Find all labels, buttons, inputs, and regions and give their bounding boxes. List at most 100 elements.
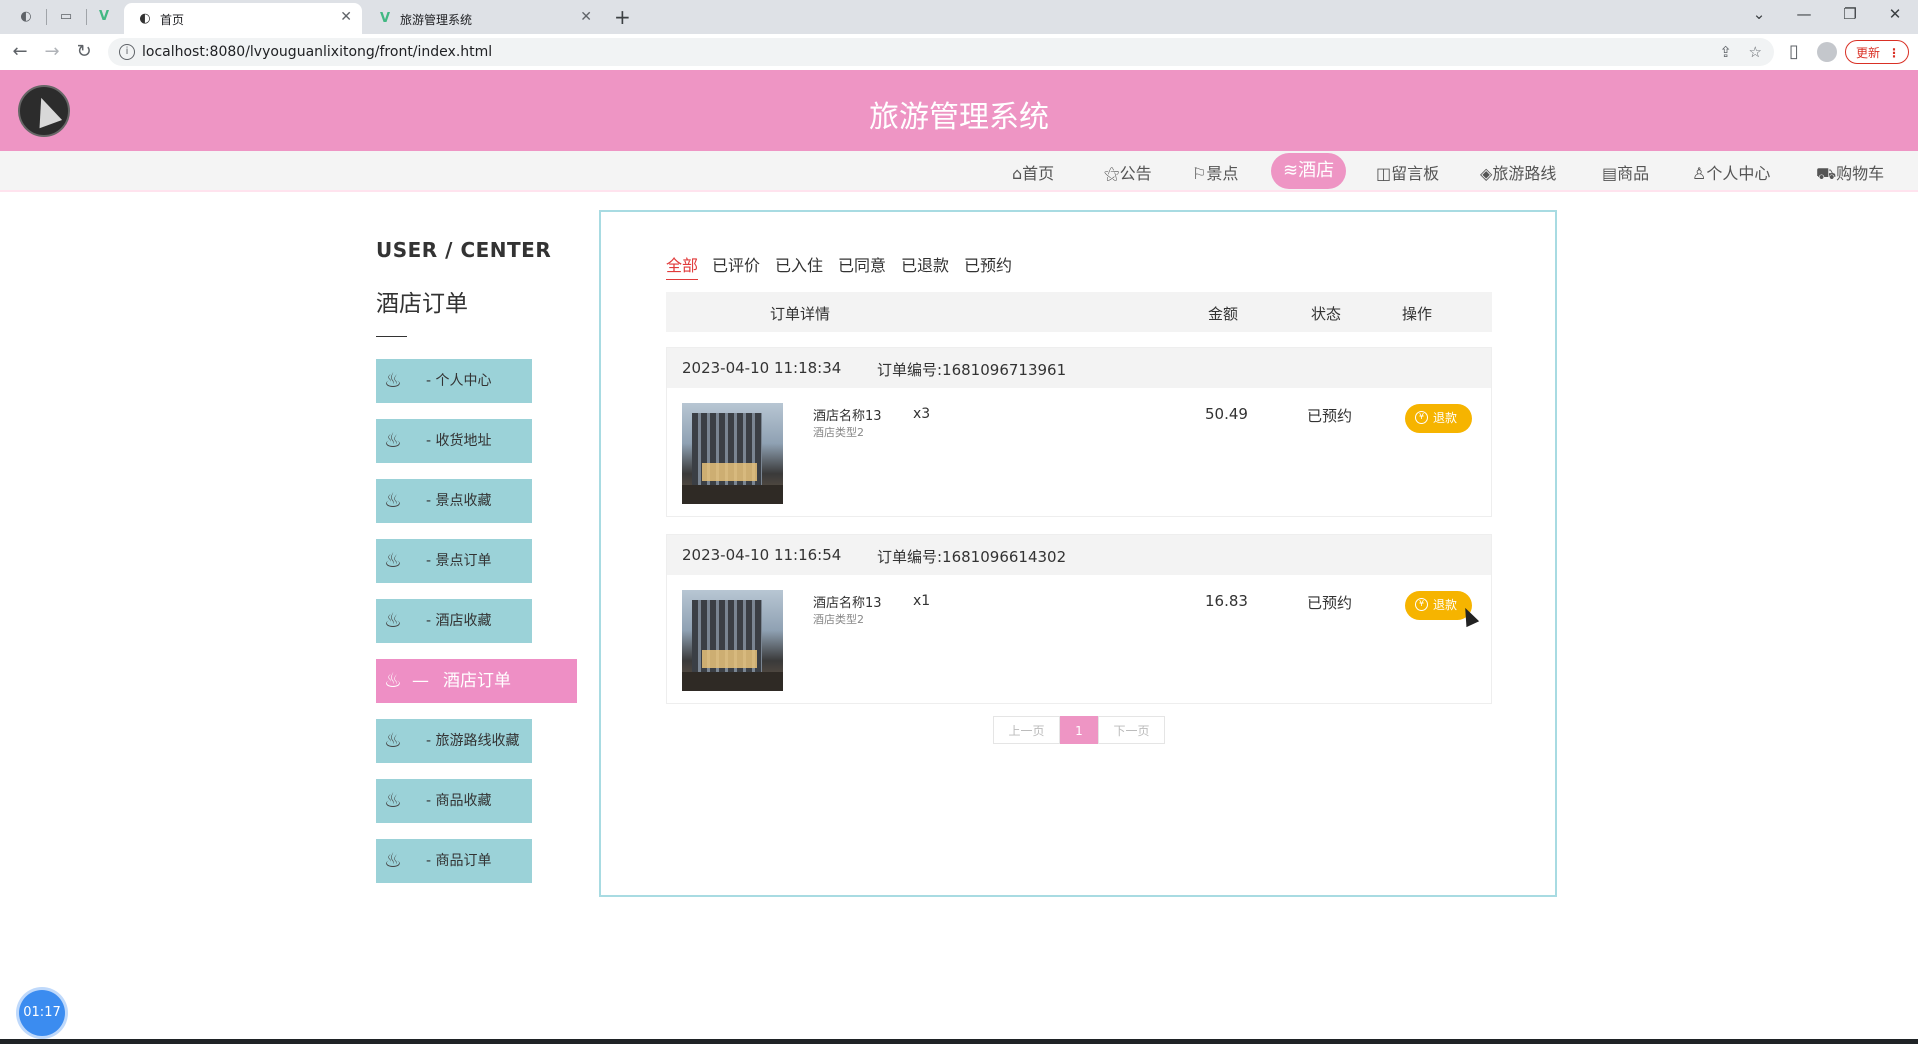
tab-title: 首页	[160, 13, 185, 27]
nav-announcement[interactable]: ⚝公告	[1104, 160, 1152, 184]
prev-page-button[interactable]: 上一页	[993, 716, 1060, 744]
nav-travel-route[interactable]: ◈旅游路线	[1480, 160, 1556, 184]
hotel-image[interactable]	[682, 403, 783, 504]
close-icon[interactable]: ✕	[580, 9, 592, 25]
sidebar-item-label: 景点收藏	[435, 493, 492, 509]
divider	[376, 336, 407, 337]
yen-coin-icon: ¥	[1415, 598, 1428, 611]
sidebar-item-scenic-orders[interactable]: ♨ - 景点订单	[376, 539, 532, 583]
back-icon[interactable]: ←	[8, 41, 32, 62]
vue-icon[interactable]: V	[96, 9, 112, 25]
tab-reserved[interactable]: 已预约	[964, 252, 1012, 276]
next-page-button[interactable]: 下一页	[1098, 716, 1165, 744]
nav-message-board[interactable]: ◫留言板	[1376, 160, 1439, 184]
sidebar-item-label: 景点订单	[435, 553, 492, 569]
vue-icon: V	[379, 11, 391, 26]
tab-search-icon[interactable]: ⌄	[1744, 5, 1774, 23]
blank-page-icon[interactable]: ▭	[58, 9, 74, 25]
nav-goods[interactable]: ▤商品	[1602, 160, 1649, 184]
flame-icon: ♨	[384, 728, 402, 752]
nav-personal-center[interactable]: ♙个人中心	[1692, 160, 1770, 184]
sidebar-item-hotel-favorites[interactable]: ♨ - 酒店收藏	[376, 599, 532, 643]
nav-label: 酒店	[1298, 160, 1335, 181]
nav-home[interactable]: ⌂首页	[1012, 160, 1054, 184]
hotel-name[interactable]: 酒店名称13	[813, 592, 882, 611]
reload-icon[interactable]: ↻	[72, 41, 96, 62]
flame-icon: ♨	[384, 608, 402, 632]
sidebar-item-label: 个人中心	[435, 373, 492, 389]
taskbar-strip	[0, 1039, 1918, 1044]
message-board-icon: ◫	[1376, 164, 1392, 183]
hotel-name[interactable]: 酒店名称13	[813, 405, 882, 424]
sidebar-item-scenic-favorites[interactable]: ♨ - 景点收藏	[376, 479, 532, 523]
orders-table-header: 订单详情 金额 状态 操作	[666, 292, 1492, 332]
hotel-type: 酒店类型2	[813, 613, 864, 626]
new-tab-button[interactable]: +	[614, 5, 631, 29]
site-header: 旅游管理系统	[0, 70, 1918, 151]
nav-hotel[interactable]: ≋酒店	[1271, 153, 1347, 189]
hotel-icon: ≋	[1283, 160, 1299, 181]
nav-cart[interactable]: ⛟购物车	[1816, 160, 1884, 185]
column-action: 操作	[1402, 305, 1433, 323]
nav-label: 首页	[1022, 164, 1055, 183]
sidebar-item-goods-orders[interactable]: ♨ - 商品订单	[376, 839, 532, 883]
close-icon[interactable]: ✕	[340, 9, 352, 25]
tab-agreed[interactable]: 已同意	[838, 252, 886, 276]
flame-icon: ♨	[384, 368, 402, 392]
share-icon[interactable]: ⇪	[1719, 43, 1732, 61]
forward-icon[interactable]: →	[40, 41, 64, 62]
nav-label: 个人中心	[1706, 164, 1771, 183]
update-button[interactable]: 更新 ⋮	[1845, 40, 1909, 64]
nav-scenic[interactable]: ⚐景点	[1192, 160, 1238, 184]
cart-icon: ⛟	[1816, 164, 1837, 183]
browser-tab-travel[interactable]: V 旅游管理系统 ✕	[364, 3, 602, 34]
sidebar-item-personal-center[interactable]: ♨ - 个人中心	[376, 359, 532, 403]
window-close-button[interactable]: ✕	[1880, 5, 1910, 23]
nav-label: 公告	[1119, 164, 1152, 183]
sidebar-item-address[interactable]: ♨ - 收货地址	[376, 419, 532, 463]
address-bar[interactable]: i localhost:8080/lvyouguanlixitong/front…	[108, 38, 1774, 66]
profile-avatar-icon[interactable]	[1817, 42, 1837, 62]
sidebar-item-label: 酒店订单	[443, 671, 511, 691]
order-quantity: x1	[913, 593, 931, 609]
browser-tab-home[interactable]: ◐ 首页 ✕	[124, 3, 362, 34]
globe-icon[interactable]: ◐	[18, 9, 34, 25]
side-panel-icon[interactable]: ▯	[1782, 41, 1806, 62]
yen-coin-icon: ¥	[1415, 411, 1428, 424]
timer-badge: 01:17	[19, 990, 65, 1036]
restore-button[interactable]: ❐	[1835, 5, 1865, 23]
user-center-heading: USER / CENTER	[376, 238, 552, 262]
page-number-button[interactable]: 1	[1060, 716, 1098, 744]
sidebar-item-route-favorites[interactable]: ♨ - 旅游路线收藏	[376, 719, 532, 763]
site-title: 旅游管理系统	[869, 100, 1049, 135]
order-number: 订单编号:1681096614302	[877, 548, 1067, 566]
nav-label: 商品	[1617, 164, 1650, 183]
refund-button[interactable]: ¥ 退款	[1405, 404, 1472, 433]
more-menu-icon: ⋮	[1888, 46, 1900, 60]
route-icon: ◈	[1480, 164, 1493, 183]
order-status: 已预约	[1307, 594, 1353, 612]
sidebar-item-label: 商品收藏	[435, 793, 492, 809]
order-header: 2023-04-10 11:16:54 订单编号:1681096614302	[667, 535, 1491, 575]
hotel-image[interactable]	[682, 590, 783, 691]
tab-refunded[interactable]: 已退款	[901, 252, 949, 276]
info-icon[interactable]: i	[119, 44, 135, 60]
sidebar-item-label: 商品订单	[435, 853, 492, 869]
tab-reviewed[interactable]: 已评价	[712, 252, 760, 276]
order-card: 2023-04-10 11:18:34 订单编号:1681096713961 酒…	[666, 347, 1492, 517]
url-text[interactable]: localhost:8080/lvyouguanlixitong/front/i…	[142, 44, 492, 60]
sidebar-item-hotel-orders[interactable]: ♨ — 酒店订单	[376, 659, 577, 703]
tab-all[interactable]: 全部	[666, 252, 699, 280]
refund-label: 退款	[1433, 411, 1458, 425]
sidebar-item-goods-favorites[interactable]: ♨ - 商品收藏	[376, 779, 532, 823]
order-quantity: x3	[913, 406, 931, 422]
flame-icon: ♨	[384, 668, 402, 692]
goods-icon: ▤	[1602, 164, 1618, 183]
flame-icon: ♨	[384, 488, 402, 512]
minimize-button[interactable]: —	[1789, 5, 1819, 23]
globe-icon: ◐	[139, 11, 151, 26]
tab-checked-in[interactable]: 已入住	[775, 252, 823, 276]
tab-separator	[86, 9, 87, 25]
flame-icon: ♨	[384, 848, 402, 872]
bookmark-star-icon[interactable]: ☆	[1749, 43, 1762, 61]
